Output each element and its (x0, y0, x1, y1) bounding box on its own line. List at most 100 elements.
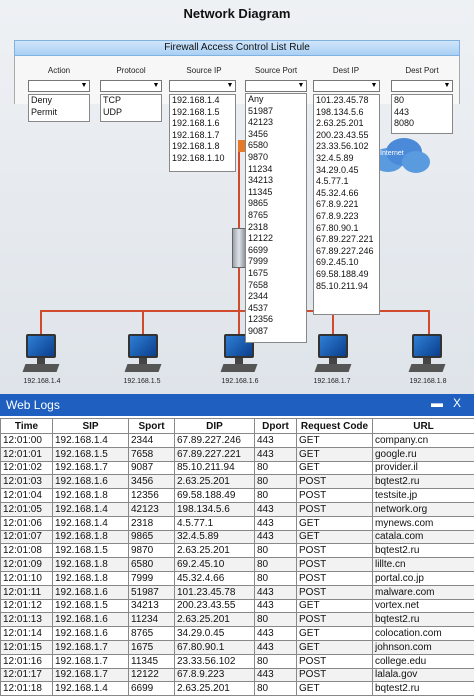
option-item[interactable]: 9087 (248, 326, 306, 338)
option-item[interactable]: 7999 (248, 256, 306, 268)
table-cell: 12:01:16 (0, 653, 53, 669)
action-options-list[interactable]: Deny Permit (28, 94, 90, 122)
option-item[interactable]: 12122 (248, 233, 306, 245)
option-item[interactable]: 192.168.1.4 (172, 95, 235, 107)
option-item[interactable]: 7658 (248, 280, 306, 292)
option-item[interactable]: 192.168.1.8 (172, 141, 235, 153)
table-row[interactable]: 12:01:02 192.168.1.7 9087 85.10.211.94 80 GET… (0, 460, 474, 476)
table-row[interactable]: 12:01:09 192.168.1.8 6580 69.2.45.10 80 POST l… (0, 557, 474, 572)
table-row[interactable]: 12:01:10 192.168.1.8 7999 45.32.4.66 80 POST p… (0, 570, 474, 586)
table-cell: 443 (254, 584, 297, 600)
option-item[interactable]: 6699 (248, 245, 306, 257)
option-item[interactable]: 69.2.45.10 (316, 257, 379, 269)
option-item[interactable]: 4.5.77.1 (316, 176, 379, 188)
option-item[interactable]: 67.80.90.1 (316, 223, 379, 235)
option-item[interactable]: 1675 (248, 268, 306, 280)
option-item[interactable]: 9865 (248, 198, 306, 210)
table-row[interactable]: 12:01:14 192.168.1.6 8765 34.29.0.45 443 GET c… (0, 626, 474, 641)
source-port-options-list[interactable]: Any 51987 42123 3456 6580 9870 11234 34213 11345… (245, 93, 307, 343)
table-cell: 6699 (128, 681, 175, 696)
table-row[interactable]: 12:01:13 192.168.1.6 11234 2.63.25.201 80 POS… (0, 612, 474, 628)
option-item[interactable]: 23.33.56.102 (316, 141, 379, 153)
table-row[interactable]: 12:01:04 192.168.1.8 12356 69.58.188.49 80 PO… (0, 488, 474, 503)
option-item[interactable]: 67.89.227.246 (316, 246, 379, 258)
table-row[interactable]: 12:01:16 192.168.1.7 11345 23.33.56.102 80 PO… (0, 653, 474, 669)
option-item[interactable]: 32.4.5.89 (316, 153, 379, 165)
option-item[interactable]: 51987 (248, 106, 306, 118)
option-item[interactable]: 3456 (248, 129, 306, 141)
table-row[interactable]: 12:01:08 192.168.1.5 9870 2.63.25.201 80 POST… (0, 543, 474, 559)
option-item[interactable]: 80 (394, 95, 452, 107)
table-cell: 12:01:02 (0, 460, 53, 476)
protocol-options-list[interactable]: TCP UDP (100, 94, 162, 122)
pc-icon[interactable] (22, 334, 60, 378)
table-row[interactable]: 12:01:05 192.168.1.4 42123 198.134.5.6 443 PO… (0, 501, 474, 517)
table-cell: 12:01:15 (0, 639, 53, 655)
option-item[interactable]: 101.23.45.78 (316, 95, 379, 107)
pc-icon[interactable] (124, 334, 162, 378)
option-item[interactable]: Permit (31, 107, 89, 119)
table-row[interactable]: 12:01:18 192.168.1.4 6699 2.63.25.201 80 GET b… (0, 681, 474, 696)
option-item[interactable]: 69.58.188.49 (316, 269, 379, 281)
column-label-dest-ip: Dest IP (332, 66, 360, 75)
option-item[interactable]: 9870 (248, 152, 306, 164)
table-row[interactable]: 12:01:06 192.168.1.4 2318 4.5.77.1 443 GET myn… (0, 515, 474, 531)
table-row[interactable]: 12:01:12 192.168.1.5 34213 200.23.43.55 443 G… (0, 598, 474, 614)
table-row[interactable]: 12:01:17 192.168.1.7 12122 67.8.9.223 443 POS… (0, 667, 474, 683)
table-cell: mynews.com (372, 515, 474, 531)
table-cell: POST (296, 543, 373, 559)
table-row[interactable]: 12:01:11 192.168.1.6 51987 101.23.45.78 443 P… (0, 584, 474, 600)
option-item[interactable]: 45.32.4.66 (316, 188, 379, 200)
option-item[interactable]: 8080 (394, 118, 452, 130)
option-item[interactable]: 6580 (248, 140, 306, 152)
option-item[interactable]: 11234 (248, 164, 306, 176)
dest-port-select[interactable]: ▼ (391, 80, 453, 92)
source-ip-select[interactable]: ▼ (169, 80, 236, 92)
table-row[interactable]: 12:01:03 192.168.1.6 3456 2.63.25.201 80 POST… (0, 474, 474, 490)
protocol-select[interactable]: ▼ (100, 80, 162, 92)
dest-ip-select[interactable]: ▼ (313, 80, 380, 92)
option-item[interactable]: 85.10.211.94 (316, 281, 379, 293)
option-item[interactable]: 42123 (248, 117, 306, 129)
option-item[interactable]: Deny (31, 95, 89, 107)
table-row[interactable]: 12:01:00 192.168.1.4 2344 67.89.227.246 443 G… (0, 433, 474, 448)
table-cell: 51987 (128, 584, 175, 600)
option-item[interactable]: 192.168.1.6 (172, 118, 235, 130)
option-item[interactable]: 2.63.25.201 (316, 118, 379, 130)
option-item[interactable]: 67.89.227.221 (316, 234, 379, 246)
table-row[interactable]: 12:01:01 192.168.1.5 7658 67.89.227.221 443 G… (0, 446, 474, 462)
action-select[interactable]: ▼ (28, 80, 90, 92)
close-button[interactable]: X (450, 396, 464, 412)
option-item[interactable]: UDP (103, 107, 161, 119)
option-item[interactable]: 34.29.0.45 (316, 165, 379, 177)
table-row[interactable]: 12:01:07 192.168.1.8 9865 32.4.5.89 443 GET ca… (0, 529, 474, 545)
option-item[interactable]: 198.134.5.6 (316, 107, 379, 119)
pc-icon[interactable] (314, 334, 352, 378)
pc-icon[interactable] (408, 334, 446, 378)
option-item[interactable]: 67.8.9.223 (316, 211, 379, 223)
option-item[interactable]: 12356 (248, 314, 306, 326)
option-item[interactable]: 192.168.1.7 (172, 130, 235, 142)
table-cell: 32.4.5.89 (174, 529, 255, 545)
table-row[interactable]: 12:01:15 192.168.1.7 1675 67.80.90.1 443 GET j… (0, 639, 474, 655)
minimize-button[interactable]: ▬ (430, 396, 444, 412)
option-item[interactable]: 8765 (248, 210, 306, 222)
web-logs-window: Web Logs ▬ X Time SIP Sport DIP Dport Request… (0, 394, 474, 696)
option-item[interactable]: 200.23.43.55 (316, 130, 379, 142)
dest-port-options-list[interactable]: 80 443 8080 (391, 94, 453, 134)
option-item[interactable]: 192.168.1.5 (172, 107, 235, 119)
option-item[interactable]: 2344 (248, 291, 306, 303)
option-item[interactable]: 34213 (248, 175, 306, 187)
option-item[interactable]: 67.8.9.221 (316, 199, 379, 211)
option-item[interactable]: 2318 (248, 222, 306, 234)
option-item[interactable]: TCP (103, 95, 161, 107)
source-port-select[interactable]: ▼ (245, 80, 307, 92)
option-item[interactable]: Any (248, 94, 306, 106)
table-cell: 12:01:00 (0, 433, 53, 448)
option-item[interactable]: 192.168.1.10 (172, 153, 235, 165)
dest-ip-options-list[interactable]: 101.23.45.78 198.134.5.6 2.63.25.201 200.23… (313, 94, 380, 315)
option-item[interactable]: 11345 (248, 187, 306, 199)
option-item[interactable]: 443 (394, 107, 452, 119)
source-ip-options-list[interactable]: 192.168.1.4 192.168.1.5 192.168.1.6 192.168… (169, 94, 236, 172)
option-item[interactable]: 4537 (248, 303, 306, 315)
